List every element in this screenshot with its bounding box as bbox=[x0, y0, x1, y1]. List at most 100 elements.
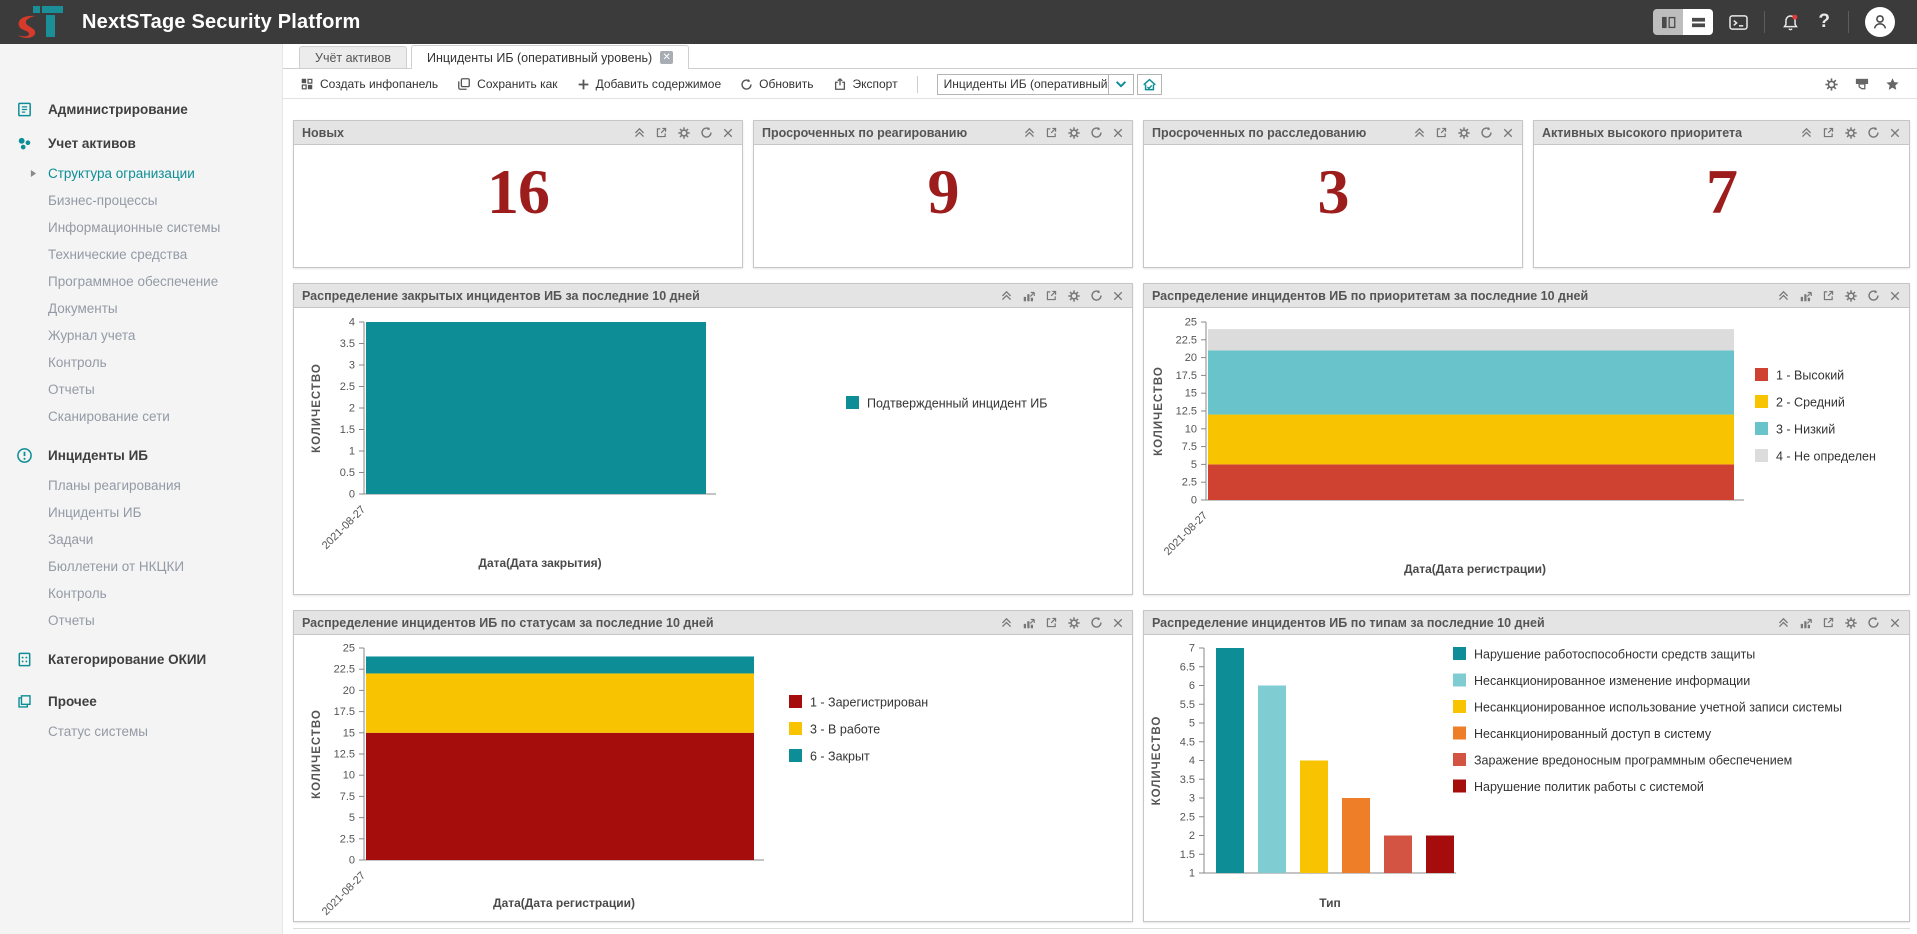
sidebar-item-control[interactable]: Контроль bbox=[0, 349, 282, 376]
sidebar-item-reports-2[interactable]: Отчеты bbox=[0, 607, 282, 634]
collapse-icon[interactable] bbox=[1800, 126, 1813, 139]
refresh-icon[interactable] bbox=[1867, 126, 1880, 139]
external-link-icon[interactable] bbox=[1045, 616, 1058, 629]
collapse-icon[interactable] bbox=[1413, 126, 1426, 139]
user-avatar[interactable] bbox=[1865, 7, 1895, 37]
sidebar-section-okii[interactable]: Категорирование ОКИИ bbox=[0, 642, 282, 676]
close-icon[interactable] bbox=[1889, 617, 1901, 629]
sidebar-item-response-plans[interactable]: Планы реагирования bbox=[0, 472, 282, 499]
view-rows-icon[interactable] bbox=[1683, 9, 1713, 35]
add-content-button[interactable]: Добавить содержимое bbox=[577, 77, 722, 91]
panel-header[interactable]: Распределение инцидентов ИБ по типам за … bbox=[1144, 611, 1909, 635]
sidebar-section-administration[interactable]: Администрирование bbox=[0, 92, 282, 126]
sidebar-item-info-systems[interactable]: Информационные системы bbox=[0, 214, 282, 241]
external-link-icon[interactable] bbox=[1822, 126, 1835, 139]
notifications-bell-icon[interactable] bbox=[1781, 13, 1800, 32]
sidebar-item-business-processes[interactable]: Бизнес-процессы bbox=[0, 187, 282, 214]
close-icon[interactable] bbox=[1112, 127, 1124, 139]
dashboard-select[interactable]: Инциденты ИБ (оперативный у bbox=[937, 74, 1134, 95]
create-dashboard-button[interactable]: Создать инфопанель bbox=[300, 77, 438, 91]
external-link-icon[interactable] bbox=[655, 126, 668, 139]
collapse-icon[interactable] bbox=[1000, 616, 1013, 629]
refresh-button[interactable]: Обновить bbox=[740, 77, 813, 91]
sidebar-section-assets[interactable]: Учет активов bbox=[0, 126, 282, 160]
sidebar-item-bulletins[interactable]: Бюллетени от НКЦКИ bbox=[0, 553, 282, 580]
external-link-icon[interactable] bbox=[1045, 289, 1058, 302]
chart-export-icon[interactable] bbox=[1022, 616, 1036, 630]
panel-header[interactable]: Просроченных по реагированию bbox=[754, 121, 1132, 145]
refresh-icon[interactable] bbox=[1090, 616, 1103, 629]
sidebar-item-control-2[interactable]: Контроль bbox=[0, 580, 282, 607]
collapse-icon[interactable] bbox=[1023, 126, 1036, 139]
gear-icon[interactable] bbox=[1844, 289, 1858, 303]
sidebar-item-technical-means[interactable]: Технические средства bbox=[0, 241, 282, 268]
svg-text:22.5: 22.5 bbox=[1176, 334, 1197, 346]
view-split-icon[interactable] bbox=[1653, 9, 1683, 35]
panel-header[interactable]: Новых bbox=[294, 121, 742, 145]
sidebar-item-network-scan[interactable]: Сканирование сети bbox=[0, 403, 282, 430]
star-icon[interactable] bbox=[1885, 77, 1900, 92]
close-icon[interactable] bbox=[1112, 617, 1124, 629]
sidebar-item-software[interactable]: Программное обеспечение bbox=[0, 268, 282, 295]
chart-export-icon[interactable] bbox=[1799, 616, 1813, 630]
gear-icon[interactable] bbox=[677, 126, 691, 140]
chart-export-icon[interactable] bbox=[1799, 289, 1813, 303]
chart-export-icon[interactable] bbox=[1022, 289, 1036, 303]
sidebar-item-system-status[interactable]: Статус системы bbox=[0, 718, 282, 745]
home-dashboard-button[interactable] bbox=[1137, 74, 1162, 95]
panel-header[interactable]: Активных высокого приоритета bbox=[1534, 121, 1909, 145]
help-icon[interactable]: ? bbox=[1816, 11, 1832, 33]
print-panel-icon[interactable] bbox=[1854, 76, 1870, 92]
gear-icon[interactable] bbox=[1067, 126, 1081, 140]
collapse-icon[interactable] bbox=[1777, 289, 1790, 302]
sidebar-section-misc[interactable]: Прочее bbox=[0, 684, 282, 718]
close-icon[interactable] bbox=[1112, 290, 1124, 302]
close-icon[interactable] bbox=[1502, 127, 1514, 139]
svg-text:7.5: 7.5 bbox=[1182, 441, 1197, 453]
svg-text:1: 1 bbox=[349, 446, 355, 458]
content-bottom-divider bbox=[293, 928, 1910, 929]
gear-icon[interactable] bbox=[1457, 126, 1471, 140]
gear-icon[interactable] bbox=[1067, 616, 1081, 630]
kpi-value: 7 bbox=[1534, 155, 1909, 229]
refresh-icon[interactable] bbox=[700, 126, 713, 139]
external-link-icon[interactable] bbox=[1822, 616, 1835, 629]
external-link-icon[interactable] bbox=[1045, 126, 1058, 139]
refresh-icon[interactable] bbox=[1090, 126, 1103, 139]
panel-header[interactable]: Распределение закрытых инцидентов ИБ за … bbox=[294, 284, 1132, 308]
collapse-icon[interactable] bbox=[1000, 289, 1013, 302]
gear-icon[interactable] bbox=[1067, 289, 1081, 303]
panel-header[interactable]: Просроченных по расследованию bbox=[1144, 121, 1522, 145]
export-button[interactable]: Экспорт bbox=[833, 77, 898, 91]
sidebar-item-tasks[interactable]: Задачи bbox=[0, 526, 282, 553]
okii-icon bbox=[15, 651, 33, 668]
refresh-icon[interactable] bbox=[1090, 289, 1103, 302]
sidebar-item-reports[interactable]: Отчеты bbox=[0, 376, 282, 403]
tab-incidents-operational[interactable]: Инциденты ИБ (оперативный уровень) ✕ bbox=[411, 45, 689, 69]
gear-icon[interactable] bbox=[1844, 126, 1858, 140]
sidebar-item-org-structure[interactable]: Структура огранизации bbox=[0, 160, 282, 187]
sidebar-item-journal[interactable]: Журнал учета bbox=[0, 322, 282, 349]
tab-close-icon[interactable]: ✕ bbox=[660, 51, 673, 64]
tab-assets[interactable]: Учёт активов bbox=[299, 46, 407, 68]
panel-header[interactable]: Распределение инцидентов ИБ по приоритет… bbox=[1144, 284, 1909, 308]
close-icon[interactable] bbox=[1889, 127, 1901, 139]
sidebar-section-incidents[interactable]: Инциденты ИБ bbox=[0, 438, 282, 472]
close-icon[interactable] bbox=[722, 127, 734, 139]
sidebar-item-incidents[interactable]: Инциденты ИБ bbox=[0, 499, 282, 526]
gear-icon[interactable] bbox=[1824, 77, 1839, 92]
collapse-icon[interactable] bbox=[1777, 616, 1790, 629]
refresh-icon[interactable] bbox=[1480, 126, 1493, 139]
collapse-icon[interactable] bbox=[633, 126, 646, 139]
gear-icon[interactable] bbox=[1844, 616, 1858, 630]
chevron-down-icon[interactable] bbox=[1108, 75, 1133, 94]
terminal-icon[interactable] bbox=[1729, 14, 1748, 31]
external-link-icon[interactable] bbox=[1822, 289, 1835, 302]
close-icon[interactable] bbox=[1889, 290, 1901, 302]
refresh-icon[interactable] bbox=[1867, 289, 1880, 302]
save-as-button[interactable]: Сохранить как bbox=[457, 77, 557, 91]
panel-header[interactable]: Распределение инцидентов ИБ по статусам … bbox=[294, 611, 1132, 635]
sidebar-item-documents[interactable]: Документы bbox=[0, 295, 282, 322]
refresh-icon[interactable] bbox=[1867, 616, 1880, 629]
external-link-icon[interactable] bbox=[1435, 126, 1448, 139]
